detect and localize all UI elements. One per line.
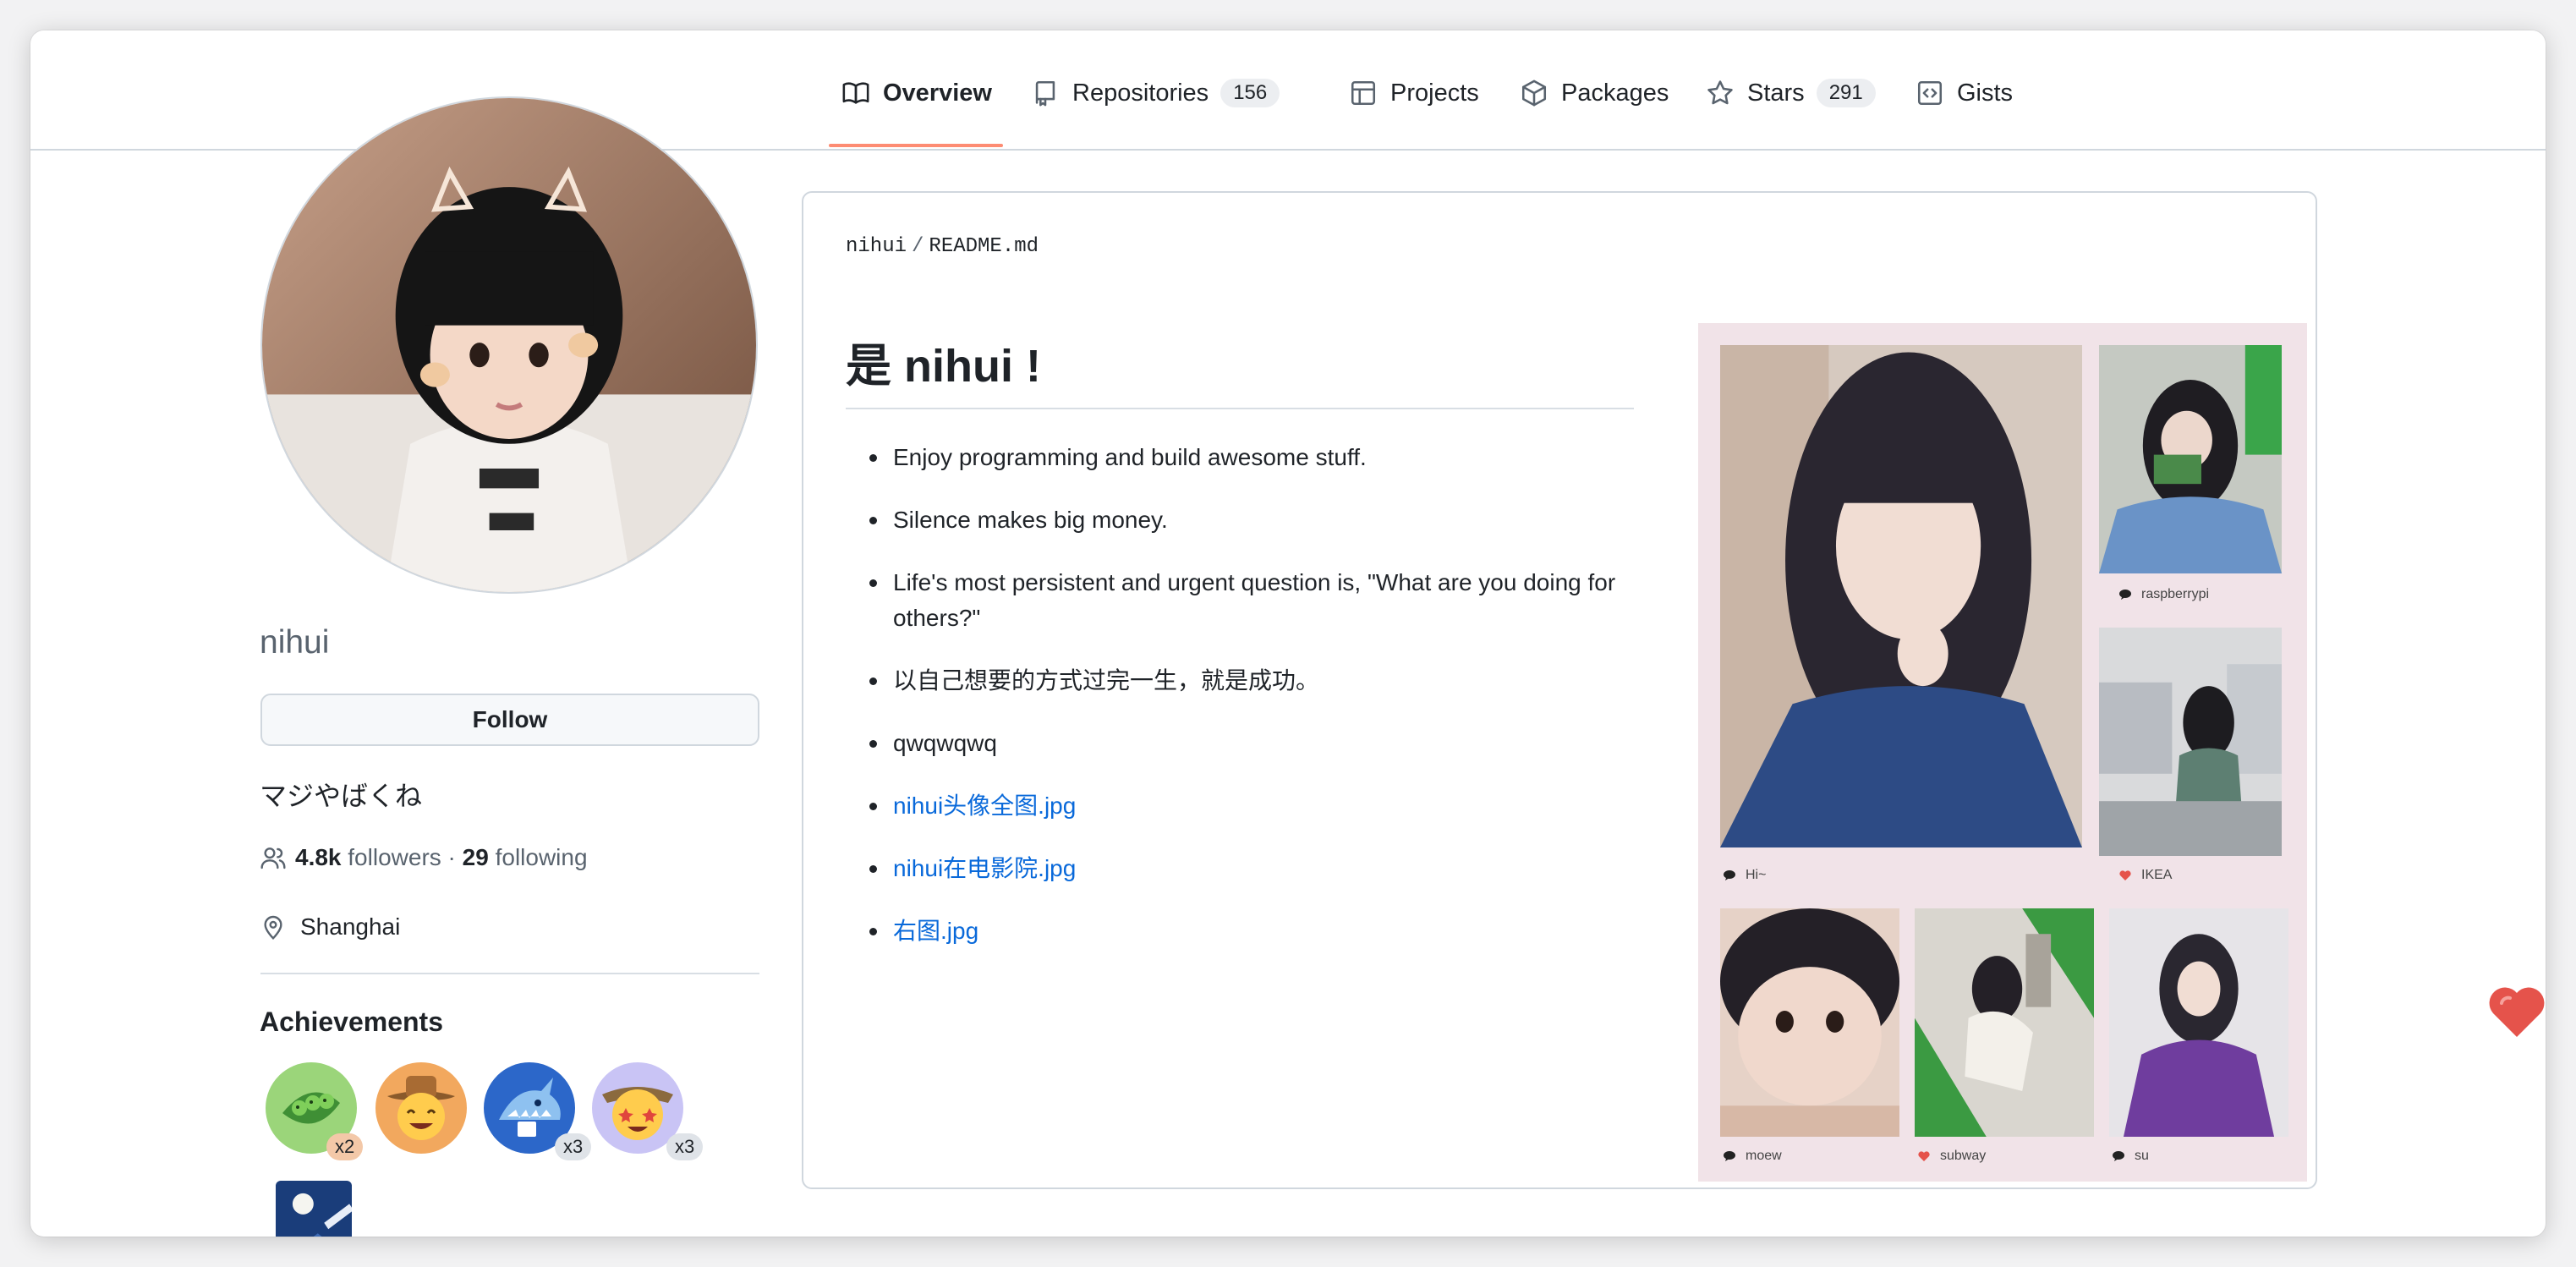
avatar[interactable] (260, 96, 758, 594)
collage-photo-raspberrypi (2099, 345, 2282, 573)
collage-photo-moew (1720, 908, 1899, 1137)
package-icon (1519, 78, 1549, 108)
avatar-full-image-link[interactable]: nihui头像全图.jpg (893, 793, 1076, 819)
speech-bubble-icon (1724, 870, 1735, 880)
collage-photo-su (2109, 908, 2288, 1137)
profile-bio: マジやばくね (260, 781, 423, 811)
speech-bubble-icon (2119, 590, 2131, 600)
badge-multiplier: x3 (555, 1133, 592, 1160)
tab-packages-label: Packages (1561, 79, 1669, 107)
list-item: 右图.jpg (846, 913, 1634, 949)
book-icon (841, 78, 871, 108)
path-separator: / (912, 235, 924, 258)
browser-window: Overview Repositories 156 Projects Packa… (30, 30, 2546, 1237)
moon-night-badge-icon[interactable] (276, 1181, 352, 1237)
readme-owner-link[interactable]: nihui (846, 235, 907, 258)
list-item: Enjoy programming and build awesome stuf… (846, 440, 1634, 475)
achievements-title: Achievements (260, 1006, 443, 1037)
heart-icon (1918, 1151, 1930, 1161)
following-link[interactable]: 29 following (463, 844, 588, 871)
list-item: nihui头像全图.jpg (846, 788, 1634, 824)
list-item: qwqwqwq (846, 726, 1634, 761)
people-icon (260, 847, 286, 869)
cowboy-face-badge-icon[interactable] (374, 1061, 469, 1155)
follow-stats: 4.8k followers · 29 following (260, 844, 588, 871)
list-item: Silence makes big money. (846, 502, 1634, 538)
collage-caption: IKEA (2119, 868, 2172, 883)
follow-button[interactable]: Follow (260, 694, 759, 746)
tab-projects-label: Projects (1390, 79, 1479, 107)
heart-icon[interactable] (2486, 981, 2546, 1042)
stars-count-badge: 291 (1816, 79, 1876, 107)
badge-multiplier: x3 (666, 1133, 704, 1160)
tab-stars[interactable]: Stars 291 (1705, 71, 1876, 115)
cinema-image-link[interactable]: nihui在电影院.jpg (893, 855, 1076, 881)
tab-overview[interactable]: Overview (841, 71, 992, 115)
list-item: nihui在电影院.jpg (846, 851, 1634, 886)
followers-label: followers (348, 844, 441, 870)
location-pin-icon (264, 915, 282, 941)
list-item: 以自己想要的方式过完一生，就是成功。 (846, 663, 1634, 699)
readme-title: 是 nihui ! (846, 341, 1041, 392)
tab-stars-label: Stars (1747, 79, 1805, 107)
collage-photo-ikea (2099, 628, 2282, 856)
following-label: following (495, 844, 588, 870)
tab-gists[interactable]: Gists (1915, 71, 2013, 115)
collage-photo-large (1720, 345, 2082, 847)
heart-icon (2119, 870, 2131, 880)
tab-overview-label: Overview (883, 79, 992, 107)
following-count: 29 (462, 844, 489, 870)
list-item: Life's most persistent and urgent questi… (846, 565, 1634, 636)
readme-photo-collage[interactable]: raspberrypi Hi~ IKEA moew subway su (1698, 323, 2307, 1182)
profile-username: nihui (260, 624, 330, 661)
readme-file-link[interactable]: README.md (929, 235, 1039, 258)
tab-packages[interactable]: Packages (1519, 71, 1669, 115)
star-icon (1705, 78, 1735, 108)
tab-projects[interactable]: Projects (1348, 71, 1479, 115)
repo-icon (1030, 78, 1061, 108)
tab-gists-label: Gists (1957, 79, 2014, 107)
follow-separator: · (447, 844, 456, 870)
readme-card: nihui / README.md 是 nihui ! Enjoy programm… (802, 191, 2317, 1189)
right-image-link[interactable]: 右图.jpg (893, 918, 978, 944)
badge-multiplier: x2 (326, 1133, 364, 1160)
speech-bubble-icon (2113, 1151, 2124, 1161)
speech-bubble-icon (1724, 1151, 1735, 1161)
collage-caption: su (2113, 1149, 2149, 1164)
collage-caption: subway (1918, 1149, 1986, 1164)
readme-title-rule (846, 408, 1634, 409)
sidebar-divider (260, 973, 759, 974)
readme-list: Enjoy programming and build awesome stuf… (846, 440, 1634, 976)
tab-repositories-label: Repositories (1072, 79, 1209, 107)
followers-link[interactable]: 4.8k followers (295, 844, 441, 871)
code-square-icon (1915, 78, 1945, 108)
collage-photo-subway (1915, 908, 2094, 1137)
location-text: Shanghai (300, 913, 401, 940)
profile-location: Shanghai (260, 913, 400, 941)
readme-path: nihui / README.md (846, 235, 1039, 258)
repositories-count-badge: 156 (1220, 79, 1280, 107)
tab-repositories[interactable]: Repositories 156 (1030, 71, 1280, 115)
table-icon (1348, 78, 1378, 108)
collage-caption: raspberrypi (2119, 587, 2209, 602)
collage-caption: moew (1724, 1149, 1782, 1164)
collage-caption: Hi~ (1724, 868, 1766, 883)
followers-count: 4.8k (295, 844, 342, 870)
active-tab-indicator (829, 144, 1003, 147)
